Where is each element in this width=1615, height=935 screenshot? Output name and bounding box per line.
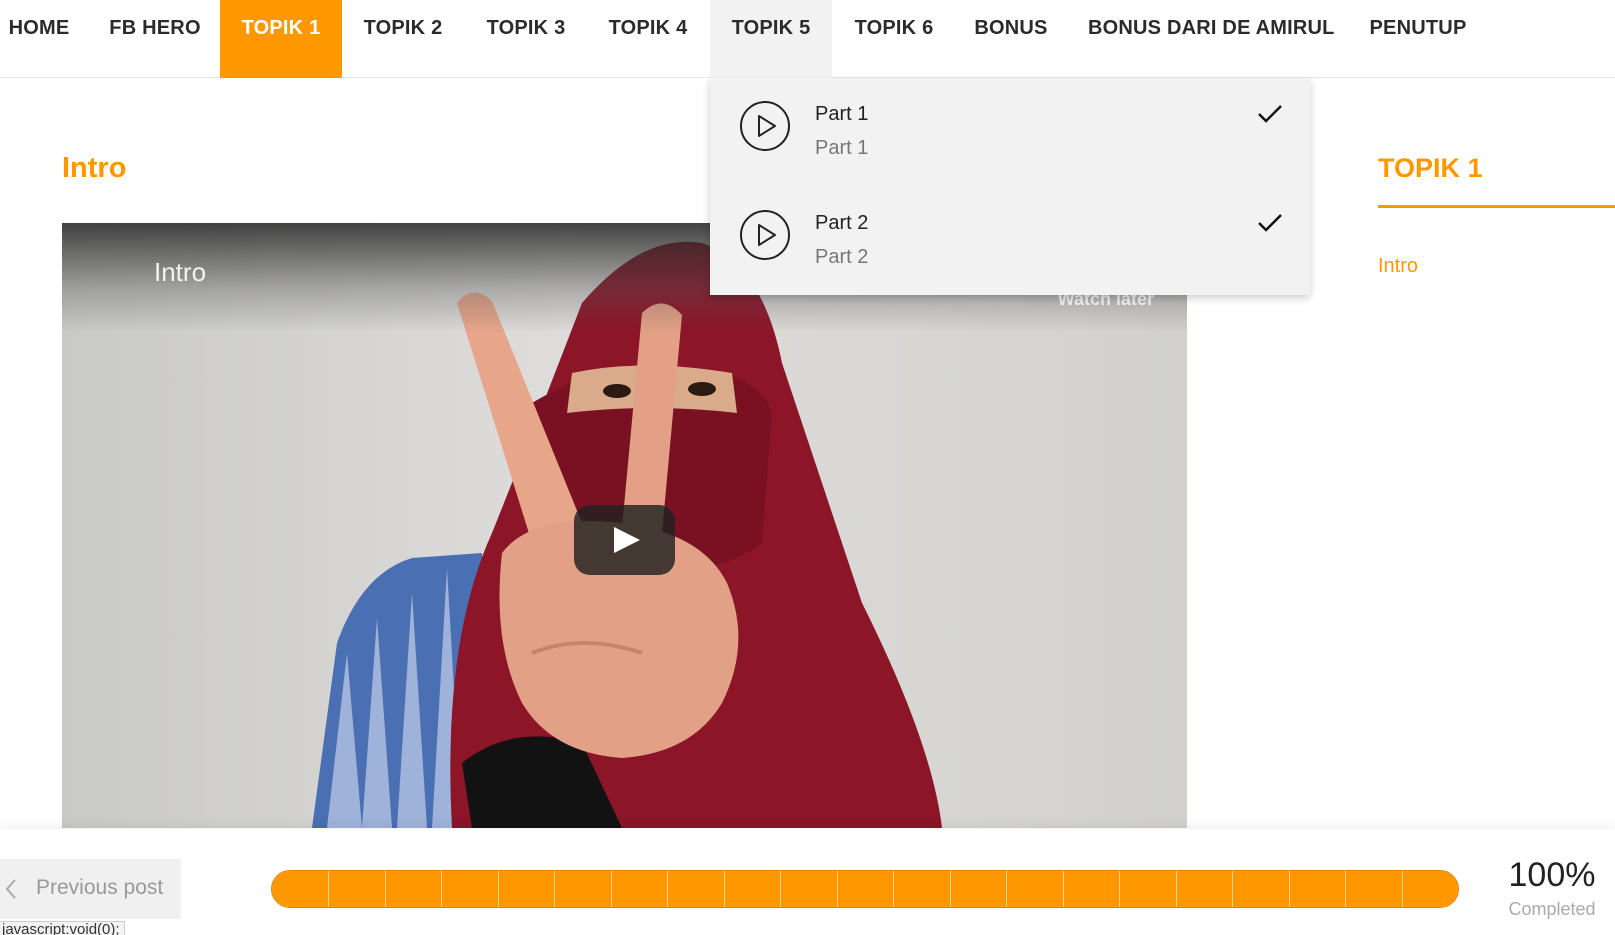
nav-item-bonus-dari-de-amirul[interactable]: BONUS DARI DE AMIRUL: [1088, 0, 1334, 78]
progress-segment-divider: [441, 871, 443, 907]
play-circle-icon: [740, 101, 790, 151]
previous-post-button[interactable]: Previous post: [0, 859, 181, 919]
play-circle-icon: [740, 210, 790, 260]
dropdown-item-subtitle: Part 1: [815, 137, 869, 159]
video-title[interactable]: Intro: [154, 257, 206, 288]
progress-segment-divider: [497, 871, 499, 907]
dropdown-item-part-2[interactable]: Part 2 Part 2: [710, 187, 1310, 295]
progress-segment-divider: [554, 871, 556, 907]
progress-segment-divider: [328, 871, 330, 907]
progress-segment-divider: [723, 871, 725, 907]
progress-segment-divider: [1232, 871, 1234, 907]
previous-post-label: Previous post: [36, 876, 164, 899]
sidebar-divider: [1378, 205, 1615, 208]
progress-segment-divider: [1062, 871, 1064, 907]
nav-item-home[interactable]: HOME: [0, 0, 78, 78]
progress-segment-divider: [1288, 871, 1290, 907]
chevron-left-icon: [5, 879, 16, 899]
progress-completed-label: Completed: [1508, 899, 1596, 919]
footer-bar: Previous post 100% Completed: [0, 829, 1615, 935]
top-navigation: HOME FB HERO TOPIK 1 TOPIK 2 TOPIK 3 TOP…: [0, 0, 1615, 78]
section-title: Intro: [62, 152, 127, 184]
progress-segment-divider: [667, 871, 669, 907]
topik-5-dropdown: Part 1 Part 1 Part 2 Part 2: [710, 79, 1310, 295]
dropdown-item-title: Part 1: [815, 103, 869, 125]
dropdown-item-subtitle: Part 2: [815, 246, 869, 268]
progress-segment-divider: [780, 871, 782, 907]
nav-item-fb-hero[interactable]: FB HERO: [101, 0, 209, 78]
progress-segment-divider: [610, 871, 612, 907]
nav-item-penutup[interactable]: PENUTUP: [1368, 0, 1468, 78]
nav-item-topik-2[interactable]: TOPIK 2: [354, 0, 452, 78]
nav-item-topik-1[interactable]: TOPIK 1: [220, 0, 342, 78]
nav-item-bonus[interactable]: BONUS: [968, 0, 1054, 78]
course-progress-bar: [271, 870, 1459, 908]
video-player[interactable]: Intro Watch later: [62, 223, 1187, 828]
progress-segment-divider: [384, 871, 386, 907]
progress-segment-divider: [949, 871, 951, 907]
progress-percent: 100%: [1508, 856, 1596, 894]
progress-segment-divider: [1401, 871, 1403, 907]
nav-item-topik-6[interactable]: TOPIK 6: [844, 0, 944, 78]
checkmark-icon: [1258, 105, 1282, 123]
nav-item-topik-4[interactable]: TOPIK 4: [598, 0, 698, 78]
sidebar-title: TOPIK 1: [1378, 153, 1483, 183]
nav-item-topik-3[interactable]: TOPIK 3: [476, 0, 576, 78]
progress-segment-divider: [1006, 871, 1008, 907]
progress-segment-divider: [1345, 871, 1347, 907]
dropdown-item-part-1[interactable]: Part 1 Part 1: [710, 79, 1310, 187]
video-play-button[interactable]: [574, 505, 675, 575]
progress-fill: [272, 871, 1458, 907]
sidebar-link-intro[interactable]: Intro: [1378, 255, 1418, 278]
progress-segment-divider: [1119, 871, 1121, 907]
checkmark-icon: [1258, 214, 1282, 232]
progress-segment-divider: [836, 871, 838, 907]
dropdown-item-title: Part 2: [815, 212, 869, 234]
progress-segment-divider: [893, 871, 895, 907]
progress-segment-divider: [1175, 871, 1177, 907]
nav-item-topik-5[interactable]: TOPIK 5: [710, 0, 832, 78]
play-icon: [614, 527, 640, 553]
status-bar-url: javascript:void(0);: [0, 921, 125, 935]
